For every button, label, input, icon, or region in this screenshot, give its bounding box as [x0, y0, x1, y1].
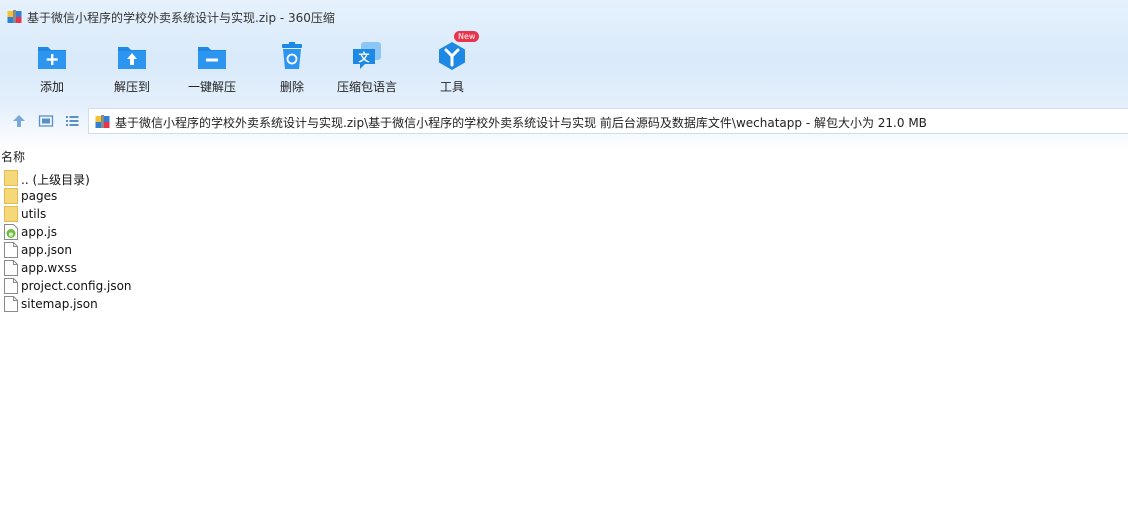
item-name: project.config.json — [21, 279, 132, 293]
list-item[interactable]: .. (上级目录) — [3, 169, 303, 187]
path-text: 基于微信小程序的学校外卖系统设计与实现.zip\基于微信小程序的学校外卖系统设计… — [115, 116, 927, 130]
folder-icon — [4, 170, 18, 186]
item-name: pages — [21, 189, 58, 203]
tools-label: 工具 — [439, 80, 464, 94]
archive-language-label: 压缩包语言 — [336, 80, 397, 94]
add-label: 添加 — [39, 80, 64, 94]
list-item[interactable]: e app.js — [3, 223, 303, 241]
one-key-extract-label: 一键解压 — [187, 80, 236, 94]
one-key-extract-button[interactable]: 一键解压 — [172, 34, 252, 100]
item-name: .. (上级目录) — [21, 173, 90, 187]
item-name: app.js — [21, 225, 57, 239]
list-item[interactable]: app.wxss — [3, 259, 303, 277]
folder-icon — [4, 188, 18, 204]
path-field[interactable]: 基于微信小程序的学校外卖系统设计与实现.zip\基于微信小程序的学校外卖系统设计… — [88, 108, 1128, 134]
file-icon — [4, 278, 18, 294]
up-arrow-icon[interactable] — [11, 113, 27, 129]
list-item[interactable]: sitemap.json — [3, 295, 303, 313]
archive-icon — [95, 115, 110, 128]
list-item[interactable]: pages — [3, 187, 303, 205]
view-mode-icon[interactable] — [38, 113, 54, 129]
delete-button[interactable]: 删除 — [252, 34, 332, 100]
folder-icon — [4, 206, 18, 222]
address-bar: 基于微信小程序的学校外卖系统设计与实现.zip\基于微信小程序的学校外卖系统设计… — [0, 106, 1128, 136]
tools-icon — [439, 42, 465, 70]
list-item[interactable]: project.config.json — [3, 277, 303, 295]
folder-extract-icon — [118, 47, 146, 69]
file-icon — [4, 260, 18, 276]
file-icon — [4, 242, 18, 258]
extract-to-button[interactable]: 解压到 — [92, 34, 172, 100]
title-bar: 基于微信小程序的学校外卖系统设计与实现.zip - 360压缩 — [0, 0, 1128, 34]
archive-language-button[interactable]: 文 压缩包语言 — [327, 34, 407, 100]
item-name: app.json — [21, 243, 72, 257]
app-window: 基于微信小程序的学校外卖系统设计与实现.zip - 360压缩 添加 解压到 一… — [0, 0, 1128, 528]
delete-label: 删除 — [279, 80, 304, 94]
js-file-icon: e — [4, 224, 18, 240]
language-icon: 文 — [353, 42, 381, 69]
archive-icon — [7, 10, 22, 23]
list-view-icon[interactable] — [64, 113, 80, 129]
folder-add-icon — [38, 47, 66, 69]
trash-icon — [282, 42, 302, 69]
svg-text:文: 文 — [359, 50, 371, 64]
tools-button[interactable]: New 工具 — [412, 31, 492, 100]
list-item[interactable]: app.json — [3, 241, 303, 259]
file-icon — [4, 296, 18, 312]
window-title: 基于微信小程序的学校外卖系统设计与实现.zip - 360压缩 — [27, 11, 335, 25]
toolbar: 添加 解压到 一键解压 删除 文 压缩包语言 New 工具 — [0, 31, 1128, 102]
item-name: sitemap.json — [21, 297, 98, 311]
extract-to-label: 解压到 — [113, 80, 150, 94]
column-header-name[interactable]: 名称 — [1, 148, 25, 165]
svg-text:e: e — [9, 230, 14, 238]
item-name: app.wxss — [21, 261, 77, 275]
item-name: utils — [21, 207, 47, 221]
list-item[interactable]: utils — [3, 205, 303, 223]
new-badge: New — [454, 31, 480, 42]
add-button[interactable]: 添加 — [12, 34, 92, 100]
folder-one-key-icon — [198, 47, 226, 69]
